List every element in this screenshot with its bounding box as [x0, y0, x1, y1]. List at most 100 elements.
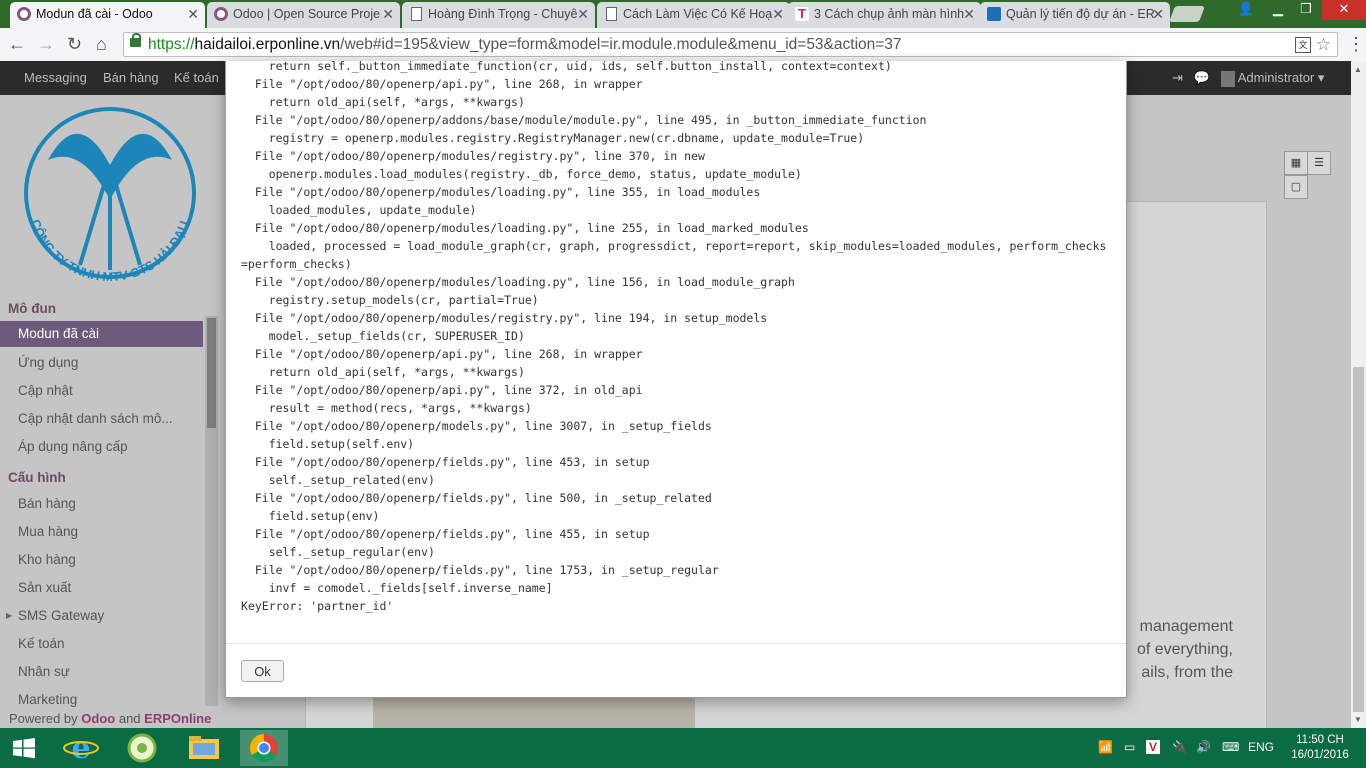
- browser-tab[interactable]: Odoo | Open Source Proje ✕: [207, 2, 400, 28]
- sidebar-item-purchases[interactable]: Mua hàng: [18, 524, 78, 539]
- tab-title: Quản lý tiến độ dự án - ER: [1006, 7, 1155, 21]
- url-path: /web#id=195&view_type=form&model=ir.modu…: [340, 36, 902, 53]
- clock-time: 11:50 CH: [1296, 734, 1344, 746]
- profile-icon[interactable]: 👤: [1232, 0, 1260, 20]
- kanban-view-icon[interactable]: ▦: [1284, 151, 1308, 175]
- user-menu[interactable]: ⇥ 💬 Administrator ▾: [1172, 70, 1324, 87]
- chat-icon[interactable]: 💬: [1194, 70, 1210, 85]
- ok-button[interactable]: Ok: [241, 660, 284, 682]
- sidebar-item-update-module-list[interactable]: Cập nhật danh sách mô...: [18, 411, 173, 426]
- language-indicator[interactable]: ENG: [1248, 740, 1274, 754]
- sidebar: Mô đun Modun đã cài Ứng dụng Cập nhật Cậ…: [0, 293, 218, 713]
- sidebar-item-sms-gateway[interactable]: SMS Gateway: [18, 608, 104, 623]
- sidebar-scrollbar[interactable]: [205, 316, 218, 706]
- tab-title: Cách Làm Việc Có Kế Hoạ: [623, 7, 773, 21]
- browser-tab[interactable]: Cách Làm Việc Có Kế Hoạ ✕: [597, 2, 790, 28]
- sidebar-item-sales[interactable]: Bán hàng: [18, 496, 76, 511]
- url-host: haidailoi.erponline.vn: [194, 36, 341, 53]
- sidebar-item-apply-upgrades[interactable]: Áp dụng nâng cấp: [18, 439, 128, 454]
- powered-prefix: Powered by: [9, 711, 78, 726]
- svg-text:e: e: [71, 731, 90, 766]
- close-icon[interactable]: ✕: [382, 2, 394, 26]
- restore-button[interactable]: ❐: [1292, 0, 1320, 20]
- coccoc-icon[interactable]: [118, 730, 166, 766]
- close-icon[interactable]: ✕: [1152, 2, 1164, 26]
- tab-title: Odoo | Open Source Proje: [233, 7, 381, 21]
- list-view-icon[interactable]: ☰: [1307, 151, 1331, 175]
- error-dialog: return self._button_immediate_function(c…: [225, 59, 1127, 698]
- erponline-link[interactable]: ERPOnline: [144, 711, 211, 726]
- t-icon: T: [795, 7, 809, 21]
- browser-tab[interactable]: Hoàng Đình Trọng - Chuyê ✕: [402, 2, 595, 28]
- sidebar-item-apps[interactable]: Ứng dụng: [18, 355, 78, 370]
- close-icon[interactable]: ✕: [577, 2, 589, 26]
- expand-arrow-icon[interactable]: ▶: [6, 611, 12, 620]
- start-button[interactable]: [0, 730, 48, 766]
- odoo-icon: [214, 7, 228, 21]
- tab-title: Hoàng Đình Trọng - Chuyê: [428, 7, 578, 21]
- home-icon[interactable]: ⌂: [96, 34, 107, 54]
- odoo-icon: [17, 7, 31, 21]
- menu-icon[interactable]: ⋮: [1347, 34, 1365, 55]
- file-explorer-icon[interactable]: [180, 730, 228, 766]
- forward-icon[interactable]: →: [37, 34, 55, 54]
- close-window-button[interactable]: ✕: [1322, 0, 1366, 20]
- bookmark-star-icon[interactable]: ☆: [1316, 33, 1331, 56]
- powered-by: Powered by Odoo and ERPOnline: [9, 711, 211, 726]
- address-bar[interactable]: https://haidailoi.erponline.vn/web#id=19…: [123, 32, 1338, 57]
- network-signal-icon[interactable]: 📶: [1098, 740, 1113, 754]
- lock-icon: [130, 33, 141, 47]
- topmenu-sales[interactable]: Bán hàng: [103, 70, 159, 85]
- grid-icon: [987, 7, 1001, 21]
- chrome-icon[interactable]: [240, 730, 288, 766]
- avatar: [1220, 70, 1235, 87]
- page-scrollbar[interactable]: ▲ ▼: [1351, 61, 1366, 728]
- keyboard-icon[interactable]: ⌨: [1222, 740, 1239, 754]
- minimize-button[interactable]: ▁: [1264, 0, 1292, 20]
- document-icon: [411, 7, 422, 21]
- sidebar-item-manufacturing[interactable]: Sản xuất: [18, 580, 71, 595]
- browser-tab[interactable]: Quản lý tiến độ dự án - ER ✕: [980, 2, 1170, 28]
- close-icon[interactable]: ✕: [187, 2, 199, 26]
- tab-title: Modun đã cài - Odoo: [36, 7, 153, 21]
- topmenu-messaging[interactable]: Messaging: [24, 70, 87, 85]
- back-icon[interactable]: ←: [8, 34, 26, 54]
- sidebar-item-accounting[interactable]: Kế toán: [18, 636, 65, 651]
- browser-tab-strip: Modun đã cài - Odoo ✕ Odoo | Open Source…: [0, 0, 1366, 28]
- sidebar-item-updates[interactable]: Cập nhật: [18, 383, 73, 398]
- sidebar-item-warehouse[interactable]: Kho hàng: [18, 552, 76, 567]
- close-icon[interactable]: ✕: [772, 2, 784, 26]
- browser-tab[interactable]: T 3 Cách chụp ảnh màn hình ✕: [788, 2, 981, 28]
- form-view-icon[interactable]: ▢: [1284, 175, 1308, 199]
- odoo-link[interactable]: Odoo: [81, 711, 115, 726]
- sidebar-item-marketing[interactable]: Marketing: [18, 692, 77, 707]
- view-switcher: ▦ ☰▢: [1284, 151, 1351, 199]
- scrollbar-thumb[interactable]: [1353, 367, 1364, 712]
- scroll-down-icon[interactable]: ▼: [1354, 715, 1362, 724]
- sidebar-section-configuration: Cấu hình: [8, 470, 66, 485]
- antivirus-icon[interactable]: V: [1146, 740, 1161, 754]
- translate-icon[interactable]: 文: [1295, 37, 1311, 53]
- close-icon[interactable]: ✕: [963, 2, 975, 26]
- module-screenshot: [373, 695, 695, 728]
- scrollbar-thumb[interactable]: [207, 318, 216, 428]
- login-icon[interactable]: ⇥: [1172, 70, 1183, 85]
- new-tab-button[interactable]: [1169, 6, 1205, 22]
- power-icon[interactable]: 🔌: [1172, 740, 1187, 754]
- action-center-icon[interactable]: ▭: [1124, 740, 1135, 754]
- traceback-text: return self._button_immediate_function(c…: [241, 59, 1107, 613]
- sidebar-section-modules: Mô đun: [8, 301, 56, 316]
- system-clock[interactable]: 11:50 CH 16/01/2016: [1290, 733, 1350, 763]
- volume-icon[interactable]: 🔊: [1196, 740, 1211, 754]
- taskbar: e 📶 ▭ V 🔌 🔊 ⌨ ENG 11:50 CH 16/01/2016: [0, 728, 1366, 768]
- tab-title: 3 Cách chụp ảnh màn hình: [814, 7, 965, 21]
- scroll-up-icon[interactable]: ▲: [1354, 65, 1362, 74]
- internet-explorer-icon[interactable]: e: [57, 730, 105, 766]
- sidebar-item-hr[interactable]: Nhân sự: [18, 664, 70, 679]
- browser-tab-active[interactable]: Modun đã cài - Odoo ✕: [10, 2, 205, 28]
- sidebar-item-installed-modules[interactable]: Modun đã cài: [0, 321, 203, 347]
- topmenu-accounting[interactable]: Kế toán: [174, 70, 219, 85]
- reload-icon[interactable]: ↻: [67, 34, 82, 54]
- company-logo: CÔNG TY TNHH MTV GTS HẢI ĐẠI LỢI: [18, 105, 196, 284]
- powered-and: and: [118, 711, 141, 726]
